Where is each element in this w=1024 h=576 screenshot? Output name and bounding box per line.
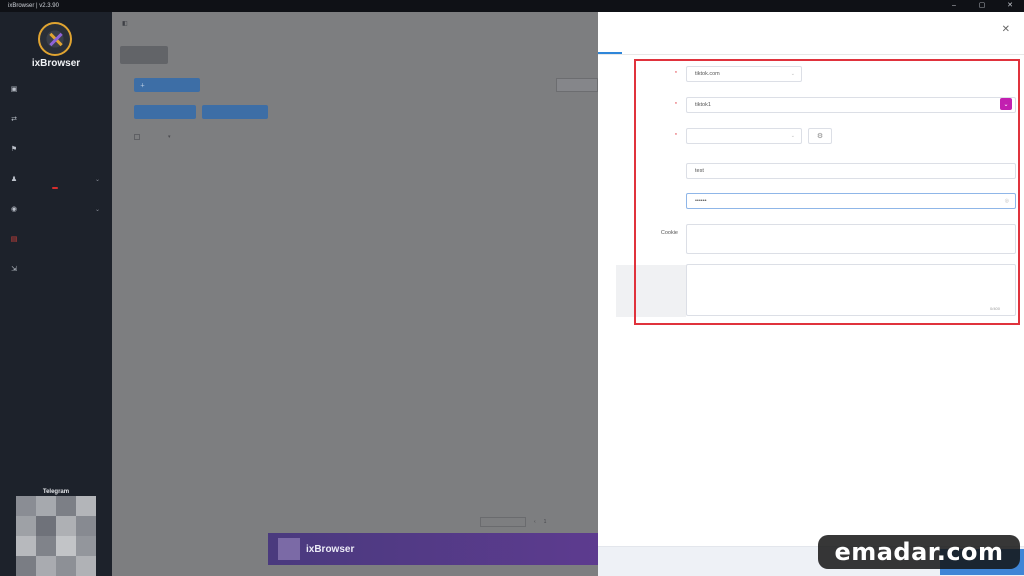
recycle-icon: ▤ [10,236,18,243]
sidebar: ixBrowser ▣ ⇄ ⚑ ♟ ⌄ ◉ ⌄ ▤ ⇲ Telegram [0,12,112,576]
telegram-label: Telegram [42,489,70,495]
close-window-icon[interactable]: ✕ [996,0,1024,12]
chevron-down-icon: ⌄ [94,176,100,183]
highlight-box [634,59,1020,325]
batch-open-button[interactable] [134,105,196,119]
app-window: ixBrowser | v2.3.90 – ▢ ✕ ixBrowser ▣ ⇄ … [0,0,1024,576]
brand-name: ixBrowser [31,58,81,69]
tab-preference-settings[interactable] [670,41,694,54]
close-icon[interactable]: ✕ [1002,24,1010,35]
banner-image [278,538,300,560]
title-bar: ixBrowser | v2.3.90 – ▢ ✕ [0,0,1024,12]
chevron-down-icon: ⌄ [94,206,100,213]
column-header-id[interactable]: ▾ [168,130,171,144]
watermark: emadar.com [818,535,1020,569]
create-window-drawer: ✕ * tiktok.com ⌄ * tiktok1 ⌄ * ⌄ ⚙ test •… [598,12,1024,576]
plus-icon: ＋ [140,82,146,89]
sidebar-toggle-icon[interactable]: ◧ [122,20,128,27]
sidebar-item-groups[interactable]: ⚑ [0,134,112,164]
tab-proxy-config[interactable] [622,41,646,54]
create-window-button[interactable]: ＋ [134,78,200,92]
tab-platform-account[interactable] [598,41,622,54]
group-icon: ⚑ [10,146,18,153]
sidebar-item-import[interactable]: ⇲ [0,254,112,284]
minimize-icon[interactable]: – [940,0,968,12]
tab-fingerprint-config[interactable] [646,41,670,54]
pagination: ‹ 1 [472,516,554,528]
drawer-tabs [598,41,1024,55]
prev-page-icon[interactable]: ‹ [534,519,536,525]
promo-banner[interactable]: ixBrowser [268,533,598,565]
sort-icon: ▾ [168,134,171,140]
window-icon: ▣ [10,86,18,93]
import-icon: ⇲ [11,266,17,273]
team-icon: ♟ [10,176,18,183]
order-icon: ◉ [10,206,18,213]
ixbrowser-logo [38,22,72,56]
select-all-checkbox[interactable] [134,130,140,144]
sidebar-item-orders[interactable]: ◉ ⌄ [0,194,112,224]
new-badge [52,187,58,189]
sidebar-item-proxy[interactable]: ⇄ [0,104,112,134]
main-content: ◧ ＋ ▾ ‹ 1 [112,12,598,576]
window-controls: – ▢ ✕ [940,0,1024,12]
window-title: ixBrowser | v2.3.90 [8,3,59,9]
tab-window-list[interactable] [120,46,168,64]
page-size-select[interactable] [480,517,526,527]
search-input[interactable] [556,78,598,92]
maximize-icon[interactable]: ▢ [968,0,996,12]
sidebar-item-windows[interactable]: ▣ [0,74,112,104]
sidebar-menu: ▣ ⇄ ⚑ ♟ ⌄ ◉ ⌄ ▤ ⇲ [0,74,112,284]
banner-brand-text: ixBrowser [306,543,355,555]
page-number[interactable]: 1 [544,519,547,525]
sidebar-item-recycle[interactable]: ▤ [0,224,112,254]
more-batch-actions-button[interactable] [202,105,268,119]
sidebar-item-team[interactable]: ♟ ⌄ [0,164,112,194]
telegram-qr-code [16,496,96,576]
breadcrumb: ◧ [122,20,146,27]
proxy-icon: ⇄ [11,116,17,123]
